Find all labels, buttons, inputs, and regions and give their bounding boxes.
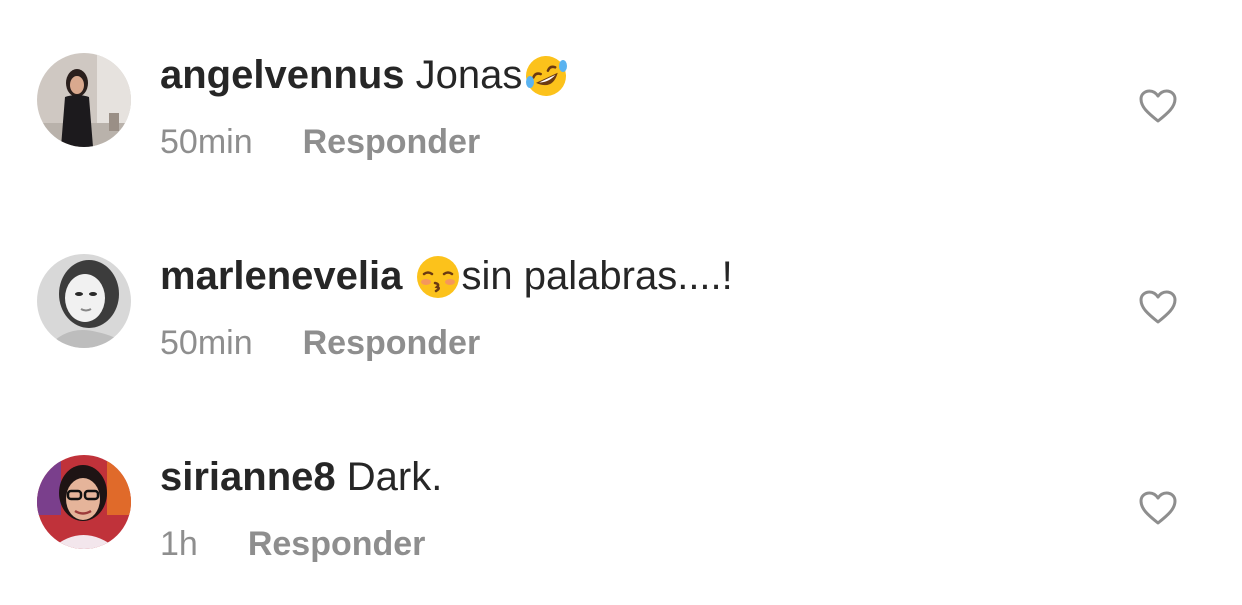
comment-body: sirianne8 Dark.	[160, 454, 442, 500]
reply-button[interactable]: Responder	[303, 323, 481, 363]
comment-username[interactable]: marlenevelia	[160, 254, 402, 298]
comment-body: angelvennus Jonas	[160, 52, 570, 100]
heart-outline-icon[interactable]	[1138, 490, 1178, 526]
comment-body: marlenevelia sin palabras....!	[160, 253, 733, 301]
kissing-closed-eyes-emoji-icon	[414, 253, 462, 301]
comment-meta: 50min Responder	[160, 323, 480, 363]
comment-timestamp: 1h	[160, 525, 198, 563]
heart-outline-icon[interactable]	[1138, 289, 1178, 325]
avatar[interactable]	[37, 254, 131, 348]
comment-text: Dark.	[335, 455, 443, 499]
comment-meta: 50min Responder	[160, 122, 480, 162]
comment-item: sirianne8 Dark. 1h Responder	[0, 402, 1242, 602]
reply-button[interactable]: Responder	[303, 122, 481, 162]
comment-text	[402, 254, 413, 298]
comment-username[interactable]: angelvennus	[160, 53, 405, 97]
comment-item: angelvennus Jonas 50min Responder	[0, 0, 1242, 200]
comment-text: Jonas	[404, 53, 523, 97]
comment-item: marlenevelia sin palabras....! 50min Resp…	[0, 201, 1242, 401]
reply-button[interactable]: Responder	[248, 524, 426, 564]
avatar[interactable]	[37, 455, 131, 549]
rofl-emoji-icon	[522, 52, 570, 100]
comment-timestamp: 50min	[160, 123, 253, 161]
comment-username[interactable]: sirianne8	[160, 455, 336, 499]
comment-text-after: sin palabras....!	[461, 254, 733, 298]
avatar[interactable]	[37, 53, 131, 147]
comment-meta: 1h Responder	[160, 524, 425, 564]
comment-timestamp: 50min	[160, 324, 253, 362]
heart-outline-icon[interactable]	[1138, 88, 1178, 124]
